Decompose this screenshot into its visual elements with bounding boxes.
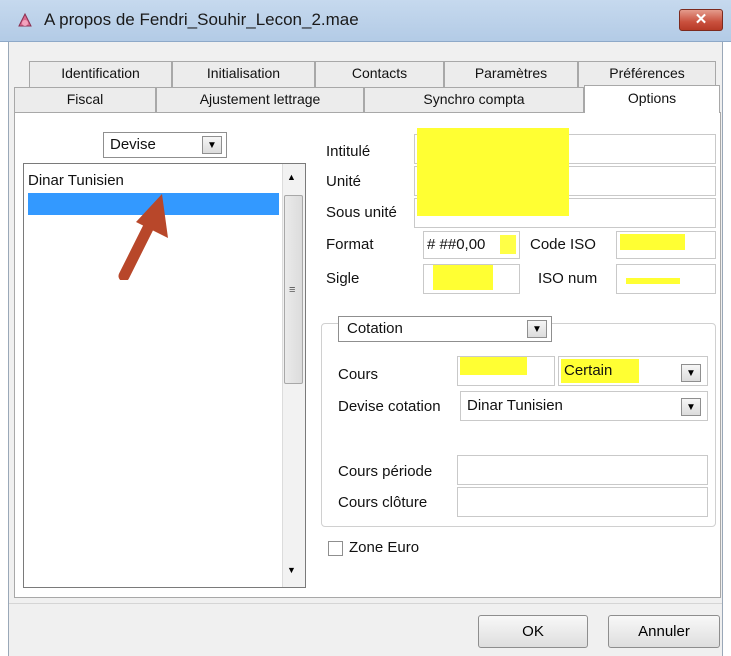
sous-unite-label: Sous unité <box>326 204 397 221</box>
tab-parametres[interactable]: Paramètres <box>444 61 578 87</box>
highlight-mark <box>433 265 493 290</box>
chevron-down-icon[interactable]: ▼ <box>527 320 547 338</box>
iso-num-label: ISO num <box>538 270 598 287</box>
chevron-down-icon[interactable]: ▼ <box>202 136 222 154</box>
cotation-select-value: Cotation <box>347 320 403 337</box>
tab-ajustement-lettrage[interactable]: Ajustement lettrage <box>156 87 364 113</box>
format-value: # ##0,00 <box>427 236 486 253</box>
cours-cloture-label: Cours clôture <box>338 494 428 511</box>
cotation-select[interactable]: Cotation ▼ <box>338 316 552 342</box>
highlight-mark <box>460 357 527 375</box>
devise-filter-select[interactable]: Devise ▼ <box>103 132 227 158</box>
cours-mode-select[interactable]: Certain ▼ <box>558 356 708 386</box>
cours-label: Cours <box>338 366 379 383</box>
highlight-mark <box>620 234 685 250</box>
zone-euro-checkbox[interactable] <box>328 541 343 556</box>
scroll-up-icon[interactable]: ▲ <box>287 172 296 182</box>
window-title: A propos de Fendri_Souhir_Lecon_2.mae <box>44 10 359 29</box>
scroll-down-icon[interactable]: ▼ <box>287 565 296 575</box>
chevron-down-icon[interactable]: ▼ <box>681 364 701 382</box>
cours-periode-field[interactable] <box>457 455 708 485</box>
highlight-mark <box>500 235 516 254</box>
format-label: Format <box>326 236 374 253</box>
devise-cotation-label: Devise cotation <box>338 398 441 415</box>
devise-filter-value: Devise <box>110 136 156 153</box>
cours-cloture-field[interactable] <box>457 487 708 517</box>
zone-euro-label: Zone Euro <box>349 539 420 556</box>
cours-periode-label: Cours période <box>338 463 433 480</box>
annotation-arrow-icon <box>118 194 168 280</box>
devise-cotation-select[interactable]: Dinar Tunisien ▼ <box>460 391 708 421</box>
tab-fiscal[interactable]: Fiscal <box>14 87 156 113</box>
chevron-down-icon[interactable]: ▼ <box>681 398 701 416</box>
unite-label: Unité <box>326 173 362 190</box>
tab-initialisation[interactable]: Initialisation <box>172 61 315 87</box>
highlight-mark <box>626 278 680 284</box>
divider <box>9 603 722 604</box>
cours-mode-value: Certain <box>564 362 613 379</box>
tab-contacts[interactable]: Contacts <box>315 61 444 87</box>
intitule-label: Intitulé <box>326 143 371 160</box>
tab-identification[interactable]: Identification <box>29 61 172 87</box>
app-icon <box>18 12 32 27</box>
cancel-button[interactable]: Annuler <box>608 615 720 648</box>
grip-icon: ≡ <box>289 284 296 296</box>
ok-button[interactable]: OK <box>478 615 588 648</box>
tab-options[interactable]: Options <box>584 85 720 113</box>
scroll-thumb[interactable]: ≡ <box>284 195 303 384</box>
tab-synchro-compta[interactable]: Synchro compta <box>364 87 584 113</box>
sigle-label: Sigle <box>326 270 360 287</box>
list-item[interactable]: Dinar Tunisien <box>28 172 124 189</box>
close-button[interactable]: ✕ <box>679 9 723 31</box>
highlight-mark <box>417 128 569 216</box>
code-iso-label: Code ISO <box>530 236 596 253</box>
tab-preferences[interactable]: Préférences <box>578 61 716 87</box>
devise-cotation-value: Dinar Tunisien <box>467 397 563 414</box>
